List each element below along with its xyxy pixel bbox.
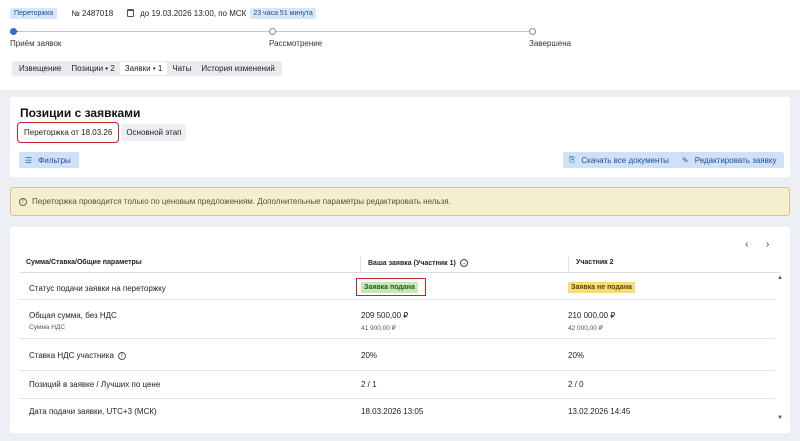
table-row-date: Дата подачи заявки, UTC+3 (МСК) 18.03.20…: [20, 399, 775, 431]
download-all-label: Скачать все документы: [581, 155, 669, 165]
header-participant-2: Участник 2: [576, 259, 614, 266]
status-badge-not-submitted: Заявка не подана: [568, 282, 635, 293]
table-row-status: Статус подачи заявки на переторжку Заявк…: [20, 275, 775, 300]
row-label-status: Статус подачи заявки на переторжку: [29, 284, 166, 293]
scroll-down-arrow-icon[interactable]: ▼: [777, 415, 783, 421]
row-label-positions: Позиций в заявке / Лучших по цене: [29, 380, 161, 389]
step-label-review: Рассмотрение: [269, 39, 323, 48]
filter-sliders-icon: ☰: [25, 155, 33, 165]
row-label-vat-rate: Ставка НДС участника i: [29, 351, 126, 360]
header-divider: [360, 257, 361, 271]
table-row-positions: Позиций в заявке / Лучших по цене 2 / 1 …: [20, 371, 775, 399]
header-own-bid: Ваша заявка (Участник 1) →: [368, 259, 468, 267]
edit-bid-label: Редактировать заявку: [694, 155, 777, 165]
header-params: Сумма/Ставка/Общие параметры: [26, 259, 142, 266]
bids-comparison-panel: ‹ › Сумма/Ставка/Общие параметры Ваша за…: [10, 227, 790, 433]
calendar-icon: [127, 9, 135, 17]
other-sum-value: 210 000,00 ₽: [568, 311, 616, 320]
progress-line: [18, 31, 536, 32]
info-icon[interactable]: i: [117, 351, 126, 360]
procedure-header: Переторжка № 2487018 до 19.03.2026 13:00…: [0, 0, 800, 90]
scroll-up-arrow-icon[interactable]: ▲: [777, 275, 783, 281]
table-row-vat-rate: Ставка НДС участника i 20% 20%: [20, 339, 775, 371]
procedure-type-badge: Переторжка: [10, 7, 58, 19]
procedure-progress: Приём заявок Рассмотрение Завершена: [10, 27, 571, 51]
own-positions-value: 2 / 1: [361, 380, 377, 389]
prev-participant-arrow-icon[interactable]: ‹: [745, 239, 748, 250]
row-label-vat-rate-text: Ставка НДС участника: [29, 351, 114, 360]
edit-bid-button[interactable]: ✎ Редактировать заявку: [676, 152, 785, 168]
filters-button[interactable]: ☰ Фильтры: [19, 152, 79, 168]
own-submission-date: 18.03.2026 13:05: [361, 407, 424, 416]
table-header: Сумма/Ставка/Общие параметры Ваша заявка…: [20, 255, 780, 273]
alert-text: Переторжка проводится только по ценовым …: [32, 197, 451, 206]
other-vat-sum-value: 42 000,00 ₽: [568, 325, 603, 332]
row-label-sum: Общая сумма, без НДС: [29, 311, 117, 320]
own-vat-rate: 20%: [361, 351, 378, 360]
tab-history[interactable]: История изменений: [196, 62, 280, 75]
rebid-warning-alert: ! Переторжка проводится только по ценовы…: [10, 187, 790, 216]
pencil-icon: ✎: [682, 155, 689, 165]
other-vat-rate: 20%: [568, 351, 585, 360]
row-label-date: Дата подачи заявки, UTC+3 (МСК): [29, 407, 157, 416]
other-positions-value: 2 / 0: [568, 380, 584, 389]
tab-bids[interactable]: Заявки • 1: [119, 62, 168, 75]
step-label-completed: Завершена: [529, 39, 572, 48]
procedure-number: № 2487018: [71, 8, 114, 18]
step-dot-reception: [10, 28, 17, 35]
tab-positions[interactable]: Позиции • 2: [66, 62, 119, 75]
stage-tabs: Переторжка от 18.03.26 Основной этап: [16, 122, 187, 143]
tab-chats[interactable]: Чаты: [167, 62, 196, 75]
panel-title: Позиции с заявками: [20, 106, 141, 120]
positions-panel: Позиции с заявками Переторжка от 18.03.2…: [10, 97, 790, 177]
stage-tab-main[interactable]: Основной этап: [121, 124, 187, 141]
time-left-badge: 23 часа 51 минута: [250, 7, 316, 19]
own-sum-value: 209 500,00 ₽: [361, 311, 409, 320]
step-dot-review: [269, 28, 276, 35]
row-sublabel-vat-sum: Сумма НДС: [29, 324, 66, 331]
download-all-button[interactable]: ⎘ Скачать все документы: [563, 152, 677, 168]
header-divider: [568, 257, 569, 271]
other-submission-date: 13.02.2026 14:45: [568, 407, 631, 416]
arrow-right-circle-icon[interactable]: →: [459, 259, 468, 267]
tab-notice[interactable]: Извещение: [14, 62, 66, 75]
own-vat-sum-value: 41 900,00 ₽: [361, 325, 396, 332]
deadline-text: до 19.03.2026 13:00, по МСК: [140, 8, 247, 18]
procedure-tabs: Извещение Позиции • 2 Заявки • 1 Чаты Ис…: [12, 61, 282, 76]
procedure-meta: Переторжка № 2487018 до 19.03.2026 13:00…: [10, 7, 316, 19]
header-own-bid-label: Ваша заявка (Участник 1): [368, 259, 456, 267]
table-scrollbar[interactable]: ▲ ▼: [777, 275, 783, 423]
info-icon: !: [19, 197, 27, 206]
document-download-icon: ⎘: [569, 155, 576, 164]
filters-label: Фильтры: [38, 155, 71, 165]
table-row-sum: Общая сумма, без НДС Сумма НДС 209 500,0…: [20, 300, 775, 339]
step-label-reception: Приём заявок: [10, 39, 62, 48]
stage-tab-rebid[interactable]: Переторжка от 18.03.26: [16, 122, 120, 143]
highlight-box: [356, 278, 426, 296]
next-participant-arrow-icon[interactable]: ›: [766, 239, 769, 250]
step-dot-completed: [529, 28, 536, 35]
